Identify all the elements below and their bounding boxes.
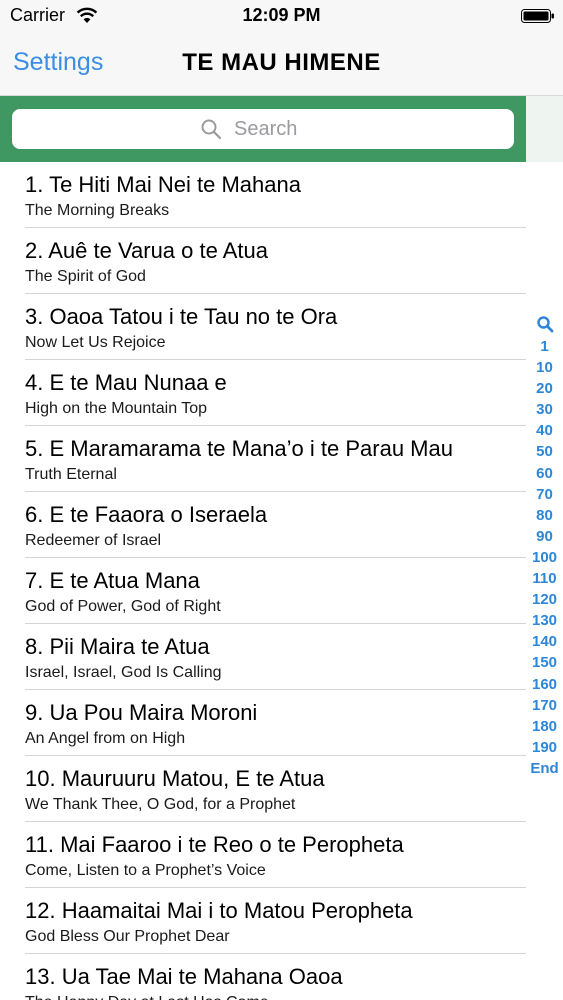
hymn-subtitle: Redeemer of Israel	[25, 532, 162, 549]
hymn-title: 8. Pii Maira te Atua	[25, 634, 210, 659]
section-index-item[interactable]: 80	[536, 505, 553, 526]
hymn-title: 3. Oaoa Tatou i te Tau no te Ora	[25, 304, 338, 329]
list-item[interactable]: 10. Mauruuru Matou, E te Atua We Thank Th…	[0, 756, 526, 822]
hymn-subtitle: God of Power, God of Right	[25, 598, 221, 615]
section-index-item[interactable]: 130	[532, 610, 557, 631]
section-index-item[interactable]: 50	[536, 441, 553, 462]
list-item[interactable]: 9. Ua Pou Maira Moroni An Angel from on H…	[0, 690, 526, 756]
section-index-item[interactable]: 150	[532, 652, 557, 673]
section-index-item[interactable]: 10	[536, 357, 553, 378]
list-item[interactable]: 5. E Maramarama te Mana’o i te Parau Mau…	[0, 426, 526, 492]
section-index-item[interactable]: 160	[532, 674, 557, 695]
section-index[interactable]: 1 10 20 30 40 50 60 70 80 90 100 110 120 130 140 150 160…	[526, 315, 563, 779]
hymn-subtitle: Truth Eternal	[25, 466, 117, 483]
hymn-subtitle: We Thank Thee, O God, for a Prophet	[25, 796, 296, 813]
status-time: 12:09 PM	[242, 5, 321, 25]
list-item[interactable]: 3. Oaoa Tatou i te Tau no te Ora Now Let …	[0, 294, 526, 360]
status-bar: Carrier 12:09 PM	[0, 0, 563, 32]
hymn-list[interactable]: 1. Te Hiti Mai Nei te Mahana The Morning …	[0, 162, 526, 1000]
section-index-item[interactable]: 20	[536, 378, 553, 399]
list-item[interactable]: 12. Haamaitai Mai i to Matou Peropheta Go…	[0, 888, 526, 954]
section-index-item[interactable]: 1	[540, 336, 548, 357]
search-bar	[0, 96, 526, 162]
section-index-item[interactable]: 120	[532, 589, 557, 610]
hymn-title: 5. E Maramarama te Mana’o i te Parau Mau	[25, 436, 453, 461]
hymn-title: 10. Mauruuru Matou, E te Atua	[25, 766, 325, 791]
hymn-subtitle: Now Let Us Rejoice	[25, 334, 166, 351]
search-field[interactable]	[12, 109, 514, 149]
hymn-subtitle: High on the Mountain Top	[25, 400, 208, 417]
hymn-subtitle: The Happy Day at Last Has Come	[25, 994, 269, 1000]
list-item[interactable]: 1. Te Hiti Mai Nei te Mahana The Morning …	[0, 162, 526, 228]
list-item[interactable]: 8. Pii Maira te Atua Israel, Israel, God …	[0, 624, 526, 690]
search-input[interactable]	[232, 116, 326, 142]
search-bar-edge	[526, 96, 563, 162]
list-item[interactable]: 13. Ua Tae Mai te Mahana Oaoa The Happy D…	[0, 954, 526, 1000]
section-index-item[interactable]: 40	[536, 420, 553, 441]
hymn-title: 12. Haamaitai Mai i to Matou Peropheta	[25, 898, 413, 923]
list-item[interactable]: 11. Mai Faaroo i te Reo o te Peropheta Co…	[0, 822, 526, 888]
hymn-subtitle: God Bless Our Prophet Dear	[25, 928, 230, 945]
hymn-subtitle: Come, Listen to a Prophet’s Voice	[25, 862, 266, 879]
hymn-subtitle: An Angel from on High	[25, 730, 186, 747]
section-index-item[interactable]: 110	[532, 568, 556, 589]
section-index-item[interactable]: 140	[532, 631, 557, 652]
section-index-item[interactable]: 180	[532, 716, 557, 737]
hymn-subtitle: Israel, Israel, God Is Calling	[25, 664, 222, 681]
section-index-item[interactable]: 60	[536, 463, 553, 484]
battery-icon	[521, 9, 554, 23]
section-index-item[interactable]: 100	[532, 547, 557, 568]
navigation-bar: Settings TE MAU HIMENE	[0, 32, 563, 96]
hymn-title: 13. Ua Tae Mai te Mahana Oaoa	[25, 964, 343, 989]
hymn-title: 7. E te Atua Mana	[25, 568, 200, 593]
hymn-title: 2. Auê te Varua o te Atua	[25, 238, 268, 263]
hymn-title: 9. Ua Pou Maira Moroni	[25, 700, 258, 725]
search-icon	[201, 119, 222, 140]
list-item[interactable]: 4. E te Mau Nunaa e High on the Mountain …	[0, 360, 526, 426]
hymn-title: 1. Te Hiti Mai Nei te Mahana	[25, 172, 301, 197]
index-search-icon[interactable]	[536, 315, 554, 333]
list-item[interactable]: 7. E te Atua Mana God of Power, God of Ri…	[0, 558, 526, 624]
section-index-item[interactable]: 90	[536, 526, 553, 547]
hymn-subtitle: The Spirit of God	[25, 268, 146, 285]
section-index-item[interactable]: 70	[536, 484, 553, 505]
hymn-subtitle: The Morning Breaks	[25, 202, 170, 219]
hymn-title: 4. E te Mau Nunaa e	[25, 370, 227, 395]
list-item[interactable]: 2. Auê te Varua o te Atua The Spirit of G…	[0, 228, 526, 294]
hymn-title: 11. Mai Faaroo i te Reo o te Peropheta	[25, 832, 404, 857]
list-item[interactable]: 6. E te Faaora o Iseraela Redeemer of Isr…	[0, 492, 526, 558]
section-index-item[interactable]: End	[530, 758, 558, 779]
section-index-item[interactable]: 190	[532, 737, 557, 758]
page-title: TE MAU HIMENE	[182, 49, 381, 76]
section-index-item[interactable]: 30	[536, 399, 553, 420]
section-index-item[interactable]: 170	[532, 695, 557, 716]
hymn-title: 6. E te Faaora o Iseraela	[25, 502, 268, 527]
